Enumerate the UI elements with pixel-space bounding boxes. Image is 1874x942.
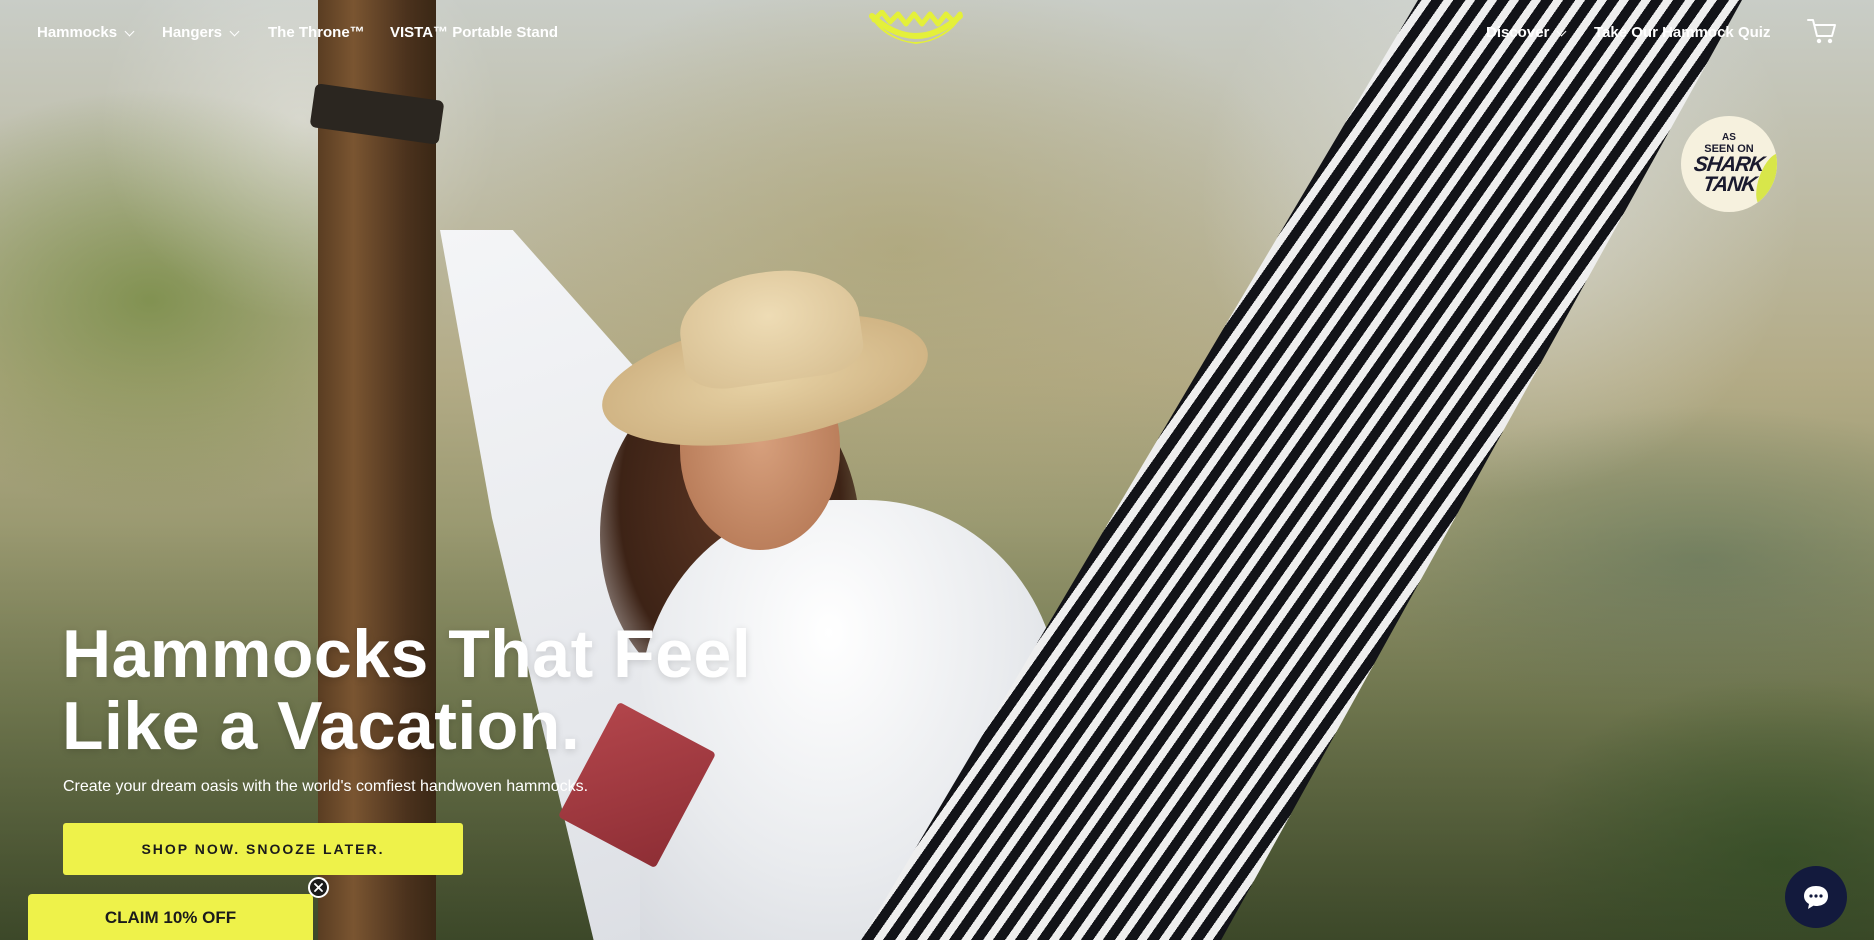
cart-icon[interactable] xyxy=(1806,16,1838,46)
nav-item-label: Take Our Hammock Quiz xyxy=(1594,24,1771,41)
shop-now-button[interactable]: SHOP NOW. SNOOZE LATER. xyxy=(63,823,463,875)
nav-item-hammocks[interactable]: Hammocks xyxy=(37,24,135,41)
headline-line-1: Hammocks That Feel xyxy=(62,616,752,692)
hero-background-image xyxy=(0,0,1874,942)
chat-icon[interactable] xyxy=(1785,866,1847,928)
nav-item-label: VISTA™ Portable Stand xyxy=(390,24,559,41)
nav-item-discover[interactable]: Discover xyxy=(1486,24,1567,41)
shark-tank-badge: AS SEEN ON SHARK TANK xyxy=(1681,116,1777,212)
nav-item-the-throne[interactable]: The Throne™ xyxy=(268,24,365,41)
nav-item-label: Hangers xyxy=(162,24,223,41)
chevron-down-icon xyxy=(1556,26,1567,37)
nav-item-label: Discover xyxy=(1486,24,1550,41)
nav-item-vista-stand[interactable]: VISTA™ Portable Stand xyxy=(390,24,558,41)
nav-item-label: Hammocks xyxy=(37,24,118,41)
nav-item-hangers[interactable]: Hangers xyxy=(162,24,240,41)
hero-headline: Hammocks That Feel Like a Vacation. xyxy=(62,618,802,762)
close-icon[interactable] xyxy=(308,877,329,898)
badge-line-1: AS xyxy=(1722,132,1736,143)
main-navigation: Hammocks Hangers The Throne™ VISTA™ Port… xyxy=(0,0,1874,68)
nav-item-label: The Throne™ xyxy=(268,24,365,41)
claim-discount-button[interactable]: CLAIM 10% OFF xyxy=(28,894,313,942)
headline-line-2: Like a Vacation. xyxy=(62,688,581,764)
nav-item-hammock-quiz[interactable]: Take Our Hammock Quiz xyxy=(1594,24,1770,41)
hero-subheading: Create your dream oasis with the world's… xyxy=(63,778,589,795)
chevron-down-icon xyxy=(229,26,240,37)
striped-hammock xyxy=(860,0,1742,942)
badge-line-3: SHARK xyxy=(1692,153,1766,176)
hammock-logo-icon[interactable] xyxy=(868,9,964,54)
chevron-down-icon xyxy=(124,26,135,37)
badge-line-4: TANK xyxy=(1701,173,1758,196)
